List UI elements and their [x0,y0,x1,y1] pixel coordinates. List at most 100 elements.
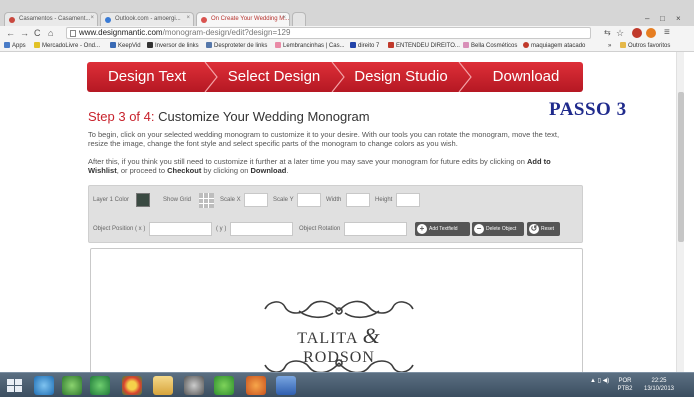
rotation-input[interactable] [344,222,407,236]
download-link[interactable]: Download [251,166,287,175]
step-design-text[interactable]: Design Text [87,62,207,92]
bookmark-icon [523,42,529,48]
plus-icon: + [417,224,427,234]
excel-icon[interactable] [90,376,110,395]
bookmark-icon [350,42,356,48]
page-content: Design Text Select Design Design Studio … [0,52,694,372]
bookmark-item[interactable]: Desproteter de links [206,42,267,50]
tray-icons[interactable]: ▲ ▯ ◀) [590,377,609,385]
step-indicator: Step 3 of 4: [88,109,159,124]
folder-icon [620,42,626,48]
page-icon [70,30,76,37]
bookmark-item[interactable]: Bella Cosméticos [463,42,517,50]
forward-icon[interactable]: → [20,27,29,39]
reload-icon[interactable]: C [34,27,41,39]
scale-x-input[interactable] [244,193,268,207]
object-rotation-label: Object Rotation [299,226,341,232]
tab-label: Outlook.com - amoergi... [115,16,181,22]
file-explorer-icon[interactable] [153,376,173,395]
intro-paragraph: To begin, click on your selected wedding… [88,130,560,148]
media-player-icon[interactable] [246,376,266,395]
grid-icon[interactable] [199,193,214,208]
width-input[interactable] [346,193,370,207]
back-icon[interactable]: ← [6,27,15,39]
clock-time: 22:25 [651,378,667,384]
address-bar[interactable]: www.designmantic.com/monogram-design/edi… [66,27,591,39]
bookmark-icon [34,42,40,48]
browser-tab-bar: Casamentos - Casament... × Outlook.com -… [0,0,694,26]
url-host: www.designmantic.com [79,28,163,37]
delete-object-button[interactable]: − Delete Object [472,222,524,236]
clock[interactable]: 22:25 13/10/2013 [640,377,678,393]
step-progress-bar: Design Text Select Design Design Studio … [87,62,583,92]
favicon-icon [201,17,207,23]
apps-icon [4,42,10,48]
bookmark-item[interactable]: Inversor de links [147,42,199,50]
position-y-input[interactable] [230,222,293,236]
menu-icon[interactable]: ≡ [664,27,670,39]
scale-y-input[interactable] [297,193,321,207]
bookmark-apps[interactable]: Apps [4,42,26,50]
step-select-design[interactable]: Select Design [215,62,333,92]
scale-y-label: Scale Y [273,197,294,203]
position-x-input[interactable] [149,222,212,236]
home-icon[interactable]: ⌂ [48,27,53,39]
scrollbar-thumb[interactable] [678,92,684,242]
instructions-paragraph: After this, if you think you still need … [88,157,551,175]
reset-button[interactable]: ↺ Reset [527,222,560,236]
bookmark-item[interactable]: ENTENDEU DIREITO... [388,42,460,50]
bookmark-icon [463,42,469,48]
windows-start-icon[interactable] [5,376,24,395]
bookmark-icon [388,42,394,48]
bookmark-icon [147,42,153,48]
chrome-icon[interactable] [122,376,142,395]
bookmark-item[interactable]: MercadoLivre - Ond... [34,42,100,50]
add-textfield-button[interactable]: + Add Textfield [415,222,470,236]
bookmark-item[interactable]: maquiagem atacado [523,42,585,50]
bookmark-icon [110,42,116,48]
close-window-icon[interactable]: × [676,14,681,23]
app-icon[interactable] [62,376,82,395]
close-tab-icon[interactable]: × [186,15,190,21]
torrent-icon[interactable] [214,376,234,395]
bookmark-item[interactable]: KeepVid [110,42,141,50]
extension-icon[interactable] [646,28,656,38]
show-grid-label: Show Grid [163,197,192,203]
layer-color-label: Layer 1 Color [93,197,130,203]
minimize-icon[interactable]: – [645,14,649,23]
height-input[interactable] [396,193,420,207]
reset-icon: ↺ [529,224,539,234]
page-scrollbar[interactable] [676,52,684,372]
bookmarks-overflow[interactable]: » [608,42,611,50]
bookmark-item[interactable]: Lembrancinhas | Cas... [275,42,345,50]
bookmark-star-icon[interactable]: ☆ [616,27,624,39]
translate-icon[interactable]: ⇆ [604,27,611,39]
width-label: Width [326,197,342,203]
close-tab-icon[interactable]: × [90,15,94,21]
tab-label: Casamentos - Casament... [19,16,91,22]
windows-taskbar: ▲ ▯ ◀) POR PTB2 22:25 13/10/2013 [0,372,694,397]
step-design-studio[interactable]: Design Studio [342,62,460,92]
media-icon[interactable] [184,376,204,395]
bookmark-item[interactable]: direito 7 [350,42,379,50]
step-download[interactable]: Download [469,62,583,92]
checkout-link[interactable]: Checkout [167,166,201,175]
page-margin [0,397,694,420]
browser-tab[interactable]: Casamentos - Casament... × [4,12,98,26]
language-indicator[interactable]: POR PTB2 [614,377,636,393]
bookmark-icon [275,42,281,48]
position-y-label: ( y ) [216,226,227,232]
browser-tab-active[interactable]: On Create Your Wedding M... × [196,12,290,26]
bookmark-other[interactable]: Outros favoritos [620,42,670,50]
word-icon[interactable] [276,376,296,395]
annotation-label: PASSO 3 [549,99,627,120]
maximize-icon[interactable]: □ [660,14,665,23]
adblock-icon[interactable] [632,28,642,38]
internet-explorer-icon[interactable] [34,376,54,395]
layer-color-swatch[interactable] [136,193,150,207]
favicon-icon [105,17,111,23]
design-canvas[interactable]: TALITA & RODSON [90,248,583,372]
close-tab-icon[interactable]: × [282,15,286,21]
browser-tab[interactable]: Outlook.com - amoergi... × [100,12,194,26]
new-tab-button[interactable] [292,12,306,26]
